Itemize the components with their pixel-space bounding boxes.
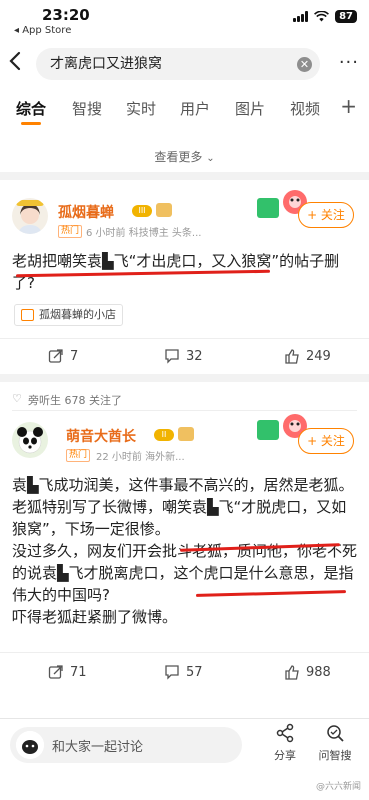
hot-tag: 热门 xyxy=(66,449,91,462)
see-more-label: 查看更多 xyxy=(154,150,203,164)
level-badge: III xyxy=(132,205,152,217)
search-tabs: 综合 智搜 实时 用户 图片 视频 + xyxy=(0,92,369,128)
like-count: 988 xyxy=(306,664,331,680)
see-more-link[interactable]: 查看更多 ⌄ xyxy=(0,148,369,165)
level-badge: II xyxy=(154,429,174,441)
share-icon xyxy=(262,723,308,745)
post-action-bar: 7 32 249 xyxy=(0,342,369,372)
back-button[interactable] xyxy=(8,50,30,76)
hot-tag: 热门 xyxy=(58,225,83,238)
thumbs-up-icon xyxy=(285,665,299,680)
back-to-app-store-link[interactable]: ◂ App Store xyxy=(14,25,71,36)
liked-by-text: 旁听生 678 关注了 xyxy=(28,394,122,407)
active-tab-indicator xyxy=(21,122,41,125)
store-icon xyxy=(21,309,34,321)
tab-comprehensive[interactable]: 综合 xyxy=(16,98,46,119)
comment-button[interactable]: 32 xyxy=(164,348,203,364)
comment-placeholder: 和大家一起讨论 xyxy=(52,740,144,755)
comment-count: 32 xyxy=(186,348,203,364)
comment-input[interactable]: 和大家一起讨论 xyxy=(10,727,242,763)
bottom-bar: 和大家一起讨论 分享 问智搜 @六六新闻 xyxy=(0,718,369,800)
status-bar: 23:20 ◂ App Store 87 xyxy=(0,0,369,42)
store-label: 孤烟暮蝉的小店 xyxy=(39,308,116,321)
tab-videos[interactable]: 视频 xyxy=(290,98,320,119)
follow-button[interactable]: + 关注 xyxy=(298,202,354,228)
search-query: 才离虎口又进狼窝 xyxy=(50,56,162,72)
store-link[interactable]: 孤烟暮蝉的小店 xyxy=(14,304,123,326)
member-icon xyxy=(178,427,194,441)
avatar[interactable] xyxy=(12,198,48,234)
comment-icon xyxy=(165,665,179,680)
tab-realtime[interactable]: 实时 xyxy=(126,98,156,119)
share-button[interactable]: 分享 xyxy=(262,723,308,763)
section-divider xyxy=(0,374,369,382)
repost-icon xyxy=(48,349,63,363)
follow-button[interactable]: + 关注 xyxy=(298,428,354,454)
tab-smart-search[interactable]: 智搜 xyxy=(72,98,102,119)
member-icon xyxy=(156,203,172,217)
post-text-part: 老胡把嘲笑袁 xyxy=(12,252,103,270)
share-label: 分享 xyxy=(274,749,296,762)
repost-button[interactable]: 7 xyxy=(48,348,78,364)
comment-icon xyxy=(165,349,179,364)
repost-count: 71 xyxy=(70,664,87,680)
comment-count: 57 xyxy=(186,664,203,680)
status-icons: 87 xyxy=(293,10,357,23)
tab-users[interactable]: 用户 xyxy=(180,98,210,119)
repost-count: 7 xyxy=(70,348,79,364)
smart-search-icon xyxy=(312,723,358,745)
ask-smart-search-button[interactable]: 问智搜 xyxy=(312,723,358,763)
more-options-icon[interactable]: ··· xyxy=(339,52,359,73)
chevron-left-icon xyxy=(9,51,21,71)
divider xyxy=(0,338,369,339)
redacted-glyph: ▙ xyxy=(102,252,114,270)
post-username[interactable]: 萌音大酋长 xyxy=(66,426,136,446)
battery-indicator: 87 xyxy=(335,10,357,23)
post-paragraph: 吓得老狐赶紧删了微博。 xyxy=(12,608,178,626)
user-avatar xyxy=(16,731,44,759)
repost-icon xyxy=(48,665,63,679)
chevron-down-icon: ⌄ xyxy=(206,153,215,164)
cellular-signal-icon xyxy=(293,11,309,22)
post-action-bar: 71 57 988 xyxy=(0,658,369,688)
section-divider xyxy=(0,172,369,180)
repost-button[interactable]: 71 xyxy=(48,664,87,680)
post-paragraph: 袁▙飞成功润美，这件事最不高兴的，居然是老狐。 xyxy=(12,476,354,494)
liked-by-line: ♡ 旁听生 678 关注了 xyxy=(12,392,122,408)
post-username[interactable]: 孤烟暮蝉 xyxy=(58,202,114,222)
thumbs-up-icon xyxy=(285,349,299,364)
divider xyxy=(0,652,369,653)
post-meta: 22 小时前 海外新... xyxy=(96,452,185,463)
tab-images[interactable]: 图片 xyxy=(235,98,265,119)
search-input[interactable]: 才离虎口又进狼窝 ✕ xyxy=(36,48,320,80)
like-button[interactable]: 988 xyxy=(284,664,331,680)
post-meta: 6 小时前 科技博主 头条... xyxy=(86,228,202,239)
post-paragraph: 老狐特别写了长微博，嘲笑袁▙飞“才脱虎口，又如狼窝”，下场一定很惨。 xyxy=(12,498,347,538)
like-count: 249 xyxy=(306,348,331,364)
avatar[interactable] xyxy=(12,422,48,458)
heart-icon: ♡ xyxy=(12,392,22,405)
wifi-icon xyxy=(314,11,330,22)
clear-search-icon[interactable]: ✕ xyxy=(297,57,312,72)
ask-label: 问智搜 xyxy=(318,749,352,762)
watermark: @六六新闻 xyxy=(315,782,361,792)
like-button[interactable]: 249 xyxy=(284,348,331,364)
comment-button[interactable]: 57 xyxy=(164,664,203,680)
add-tab-icon[interactable]: + xyxy=(340,94,357,118)
status-time: 23:20 xyxy=(42,6,90,24)
search-header: 才离虎口又进狼窝 ✕ ··· xyxy=(0,44,369,84)
